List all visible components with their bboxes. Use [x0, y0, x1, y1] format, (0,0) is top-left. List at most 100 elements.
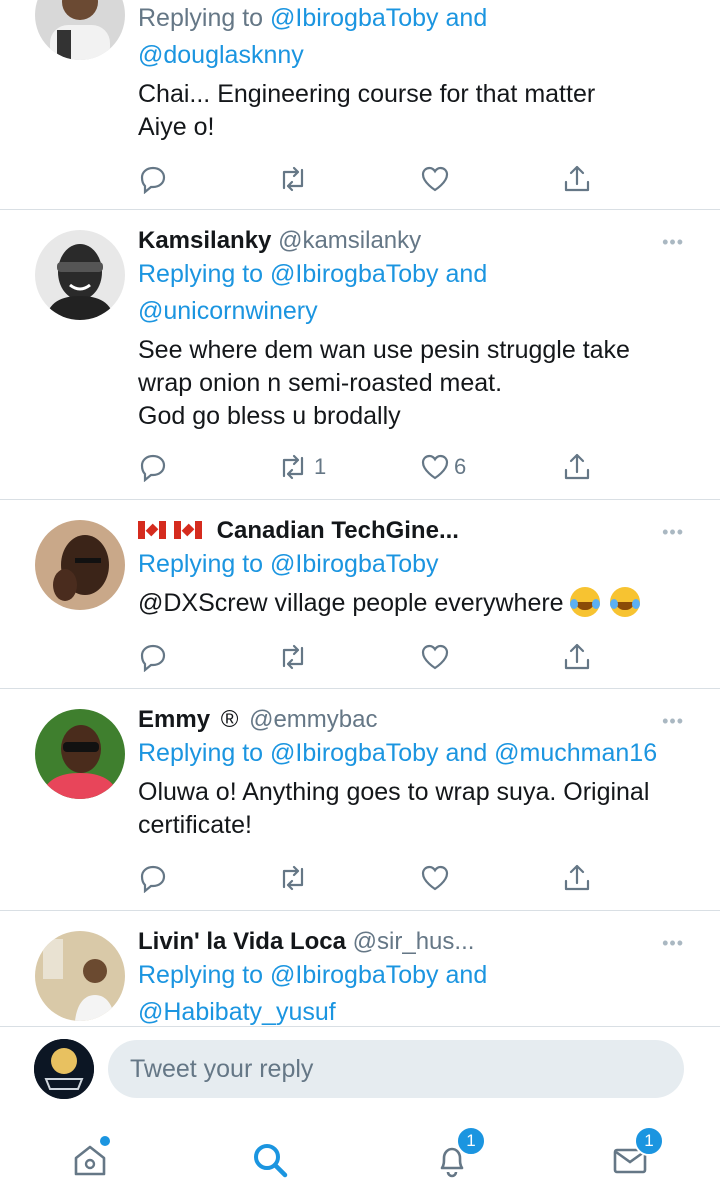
tweet-header: Kamsilanky @kamsilanky [138, 226, 690, 256]
replying-to: Replying to @IbirogbaToby and @Habibaty_… [138, 957, 690, 1026]
reply-mention[interactable]: @Habibaty_yusuf [138, 998, 336, 1026]
avatar[interactable] [35, 520, 125, 610]
tab-messages[interactable]: 1 [600, 1126, 664, 1190]
tweet-text-line: certificate! [138, 811, 252, 839]
share-button[interactable] [562, 861, 592, 895]
replying-to-label: Replying to [138, 4, 264, 32]
replying-to-label: Replying to [138, 260, 264, 288]
body-mention[interactable]: @DXScrew [138, 589, 268, 617]
tweet-text-line: village people everywhere [267, 589, 564, 617]
reply-mention[interactable]: @IbirogbaToby [270, 550, 439, 578]
retweet-icon [282, 865, 304, 891]
home-icon [74, 1145, 106, 1176]
tweet-text-line: Oluwa o! Anything goes to wrap suya. Ori… [138, 778, 650, 806]
tweet-item[interactable]: ••• Canadian TechGine... Replying to @Ib… [0, 500, 720, 689]
display-name[interactable]: Canadian TechGine... [217, 517, 459, 544]
tweet-actions [138, 861, 720, 895]
retweet-button[interactable] [276, 162, 310, 196]
tab-search[interactable] [240, 1130, 300, 1190]
avatar[interactable] [35, 931, 125, 1021]
share-icon [564, 864, 590, 891]
tweet-item[interactable]: ••• Kamsilanky @kamsilanky Replying to @… [0, 210, 720, 500]
retweet-button[interactable] [276, 861, 310, 895]
replying-to: Replying to @IbirogbaToby and @douglaskn… [138, 0, 690, 74]
reply-mention[interactable]: @IbirogbaToby and [270, 961, 487, 989]
retweet-button[interactable] [276, 640, 310, 674]
share-icon [564, 165, 590, 192]
like-button[interactable] [420, 861, 450, 895]
heart-icon [421, 454, 449, 480]
heart-icon [421, 865, 449, 891]
reply-composer [0, 1026, 720, 1112]
tweet-text-line: Aiye o! [138, 113, 215, 141]
like-button[interactable]: 6 [420, 450, 466, 484]
replying-to-label: Replying to [138, 550, 264, 578]
reply-button[interactable] [138, 162, 168, 196]
display-name[interactable]: Livin' la Vida Loca [138, 928, 346, 955]
reply-button[interactable] [138, 640, 168, 674]
tweet-actions [138, 640, 720, 674]
tweet-item[interactable]: Replying to @IbirogbaToby and @douglaskn… [0, 0, 720, 210]
tweet-text: Oluwa o! Anything goes to wrap suya. Ori… [138, 776, 690, 842]
share-button[interactable] [562, 450, 592, 484]
user-handle[interactable]: @kamsilanky [278, 227, 421, 254]
notifications-badge: 1 [456, 1126, 486, 1156]
canada-flag-icon [138, 521, 166, 539]
display-name[interactable]: Emmy [138, 706, 210, 733]
laughing-emoji-icon [569, 587, 600, 617]
heart-icon [421, 644, 449, 670]
reply-mention[interactable]: @unicornwinery [138, 297, 318, 325]
reply-button[interactable] [138, 450, 168, 484]
retweet-button[interactable]: 1 [276, 450, 326, 484]
share-button[interactable] [562, 640, 592, 674]
like-button[interactable] [420, 162, 450, 196]
tweet-text-line: Chai... Engineering course for that matt… [138, 80, 596, 108]
user-handle[interactable]: @emmybac [249, 706, 377, 733]
tweet-text-line: See where dem wan use pesin struggle tak… [138, 336, 630, 364]
my-avatar[interactable] [34, 1039, 94, 1099]
share-button[interactable] [562, 162, 592, 196]
tweet-header: Emmy ® @emmybac [138, 705, 690, 735]
tweet-header: Canadian TechGine... [138, 516, 690, 546]
home-new-dot [100, 1136, 110, 1146]
reply-mention[interactable]: @IbirogbaToby and [270, 260, 487, 288]
like-button[interactable] [420, 640, 450, 674]
tweet-text: See where dem wan use pesin struggle tak… [138, 334, 690, 433]
reply-button[interactable] [138, 861, 168, 895]
share-icon [564, 643, 590, 670]
reply-icon [140, 454, 166, 482]
retweet-icon [282, 166, 304, 192]
display-name[interactable]: Kamsilanky [138, 227, 271, 254]
reply-icon [140, 166, 166, 194]
tab-notifications[interactable]: 1 [422, 1126, 486, 1190]
reply-mention[interactable]: @IbirogbaToby and [270, 4, 487, 32]
laughing-emoji-icon [609, 587, 640, 617]
tweet-header: Livin' la Vida Loca @sir_hus... [138, 927, 690, 957]
tweet-item[interactable]: ••• Emmy ® @emmybac Replying to @Ibirogb… [0, 689, 720, 911]
registered-symbol: ® [220, 706, 239, 733]
like-count: 6 [454, 454, 467, 479]
tweet-text: Chai... Engineering course for that matt… [138, 78, 690, 144]
heart-icon [421, 166, 449, 192]
retweet-icon [282, 454, 304, 480]
reply-mention[interactable]: @IbirogbaToby and @muchman16 [270, 739, 657, 767]
tweet-actions: 1 6 [138, 450, 720, 484]
tweet-actions [138, 162, 720, 196]
avatar[interactable] [35, 230, 125, 320]
reply-input[interactable] [108, 1040, 684, 1098]
user-handle[interactable]: @sir_hus... [353, 928, 475, 955]
replying-to-label: Replying to [138, 739, 264, 767]
avatar[interactable] [35, 709, 125, 799]
tab-home[interactable] [60, 1130, 120, 1190]
reply-mention[interactable]: @douglasknny [138, 41, 304, 69]
tab-bar: 1 1 [0, 1112, 720, 1197]
reply-icon [140, 644, 166, 672]
search-icon [254, 1144, 288, 1178]
messages-badge: 1 [634, 1126, 664, 1156]
replying-to: Replying to @IbirogbaToby [138, 546, 690, 583]
replying-to-label: Replying to [138, 961, 264, 989]
tweet-text-line: God go bless u brodally [138, 402, 401, 430]
tweet-text-line: wrap onion n semi-roasted meat. [138, 369, 503, 397]
avatar[interactable] [35, 0, 125, 60]
tweet-item[interactable]: ••• Livin' la Vida Loca @sir_hus... Repl… [0, 911, 720, 1026]
